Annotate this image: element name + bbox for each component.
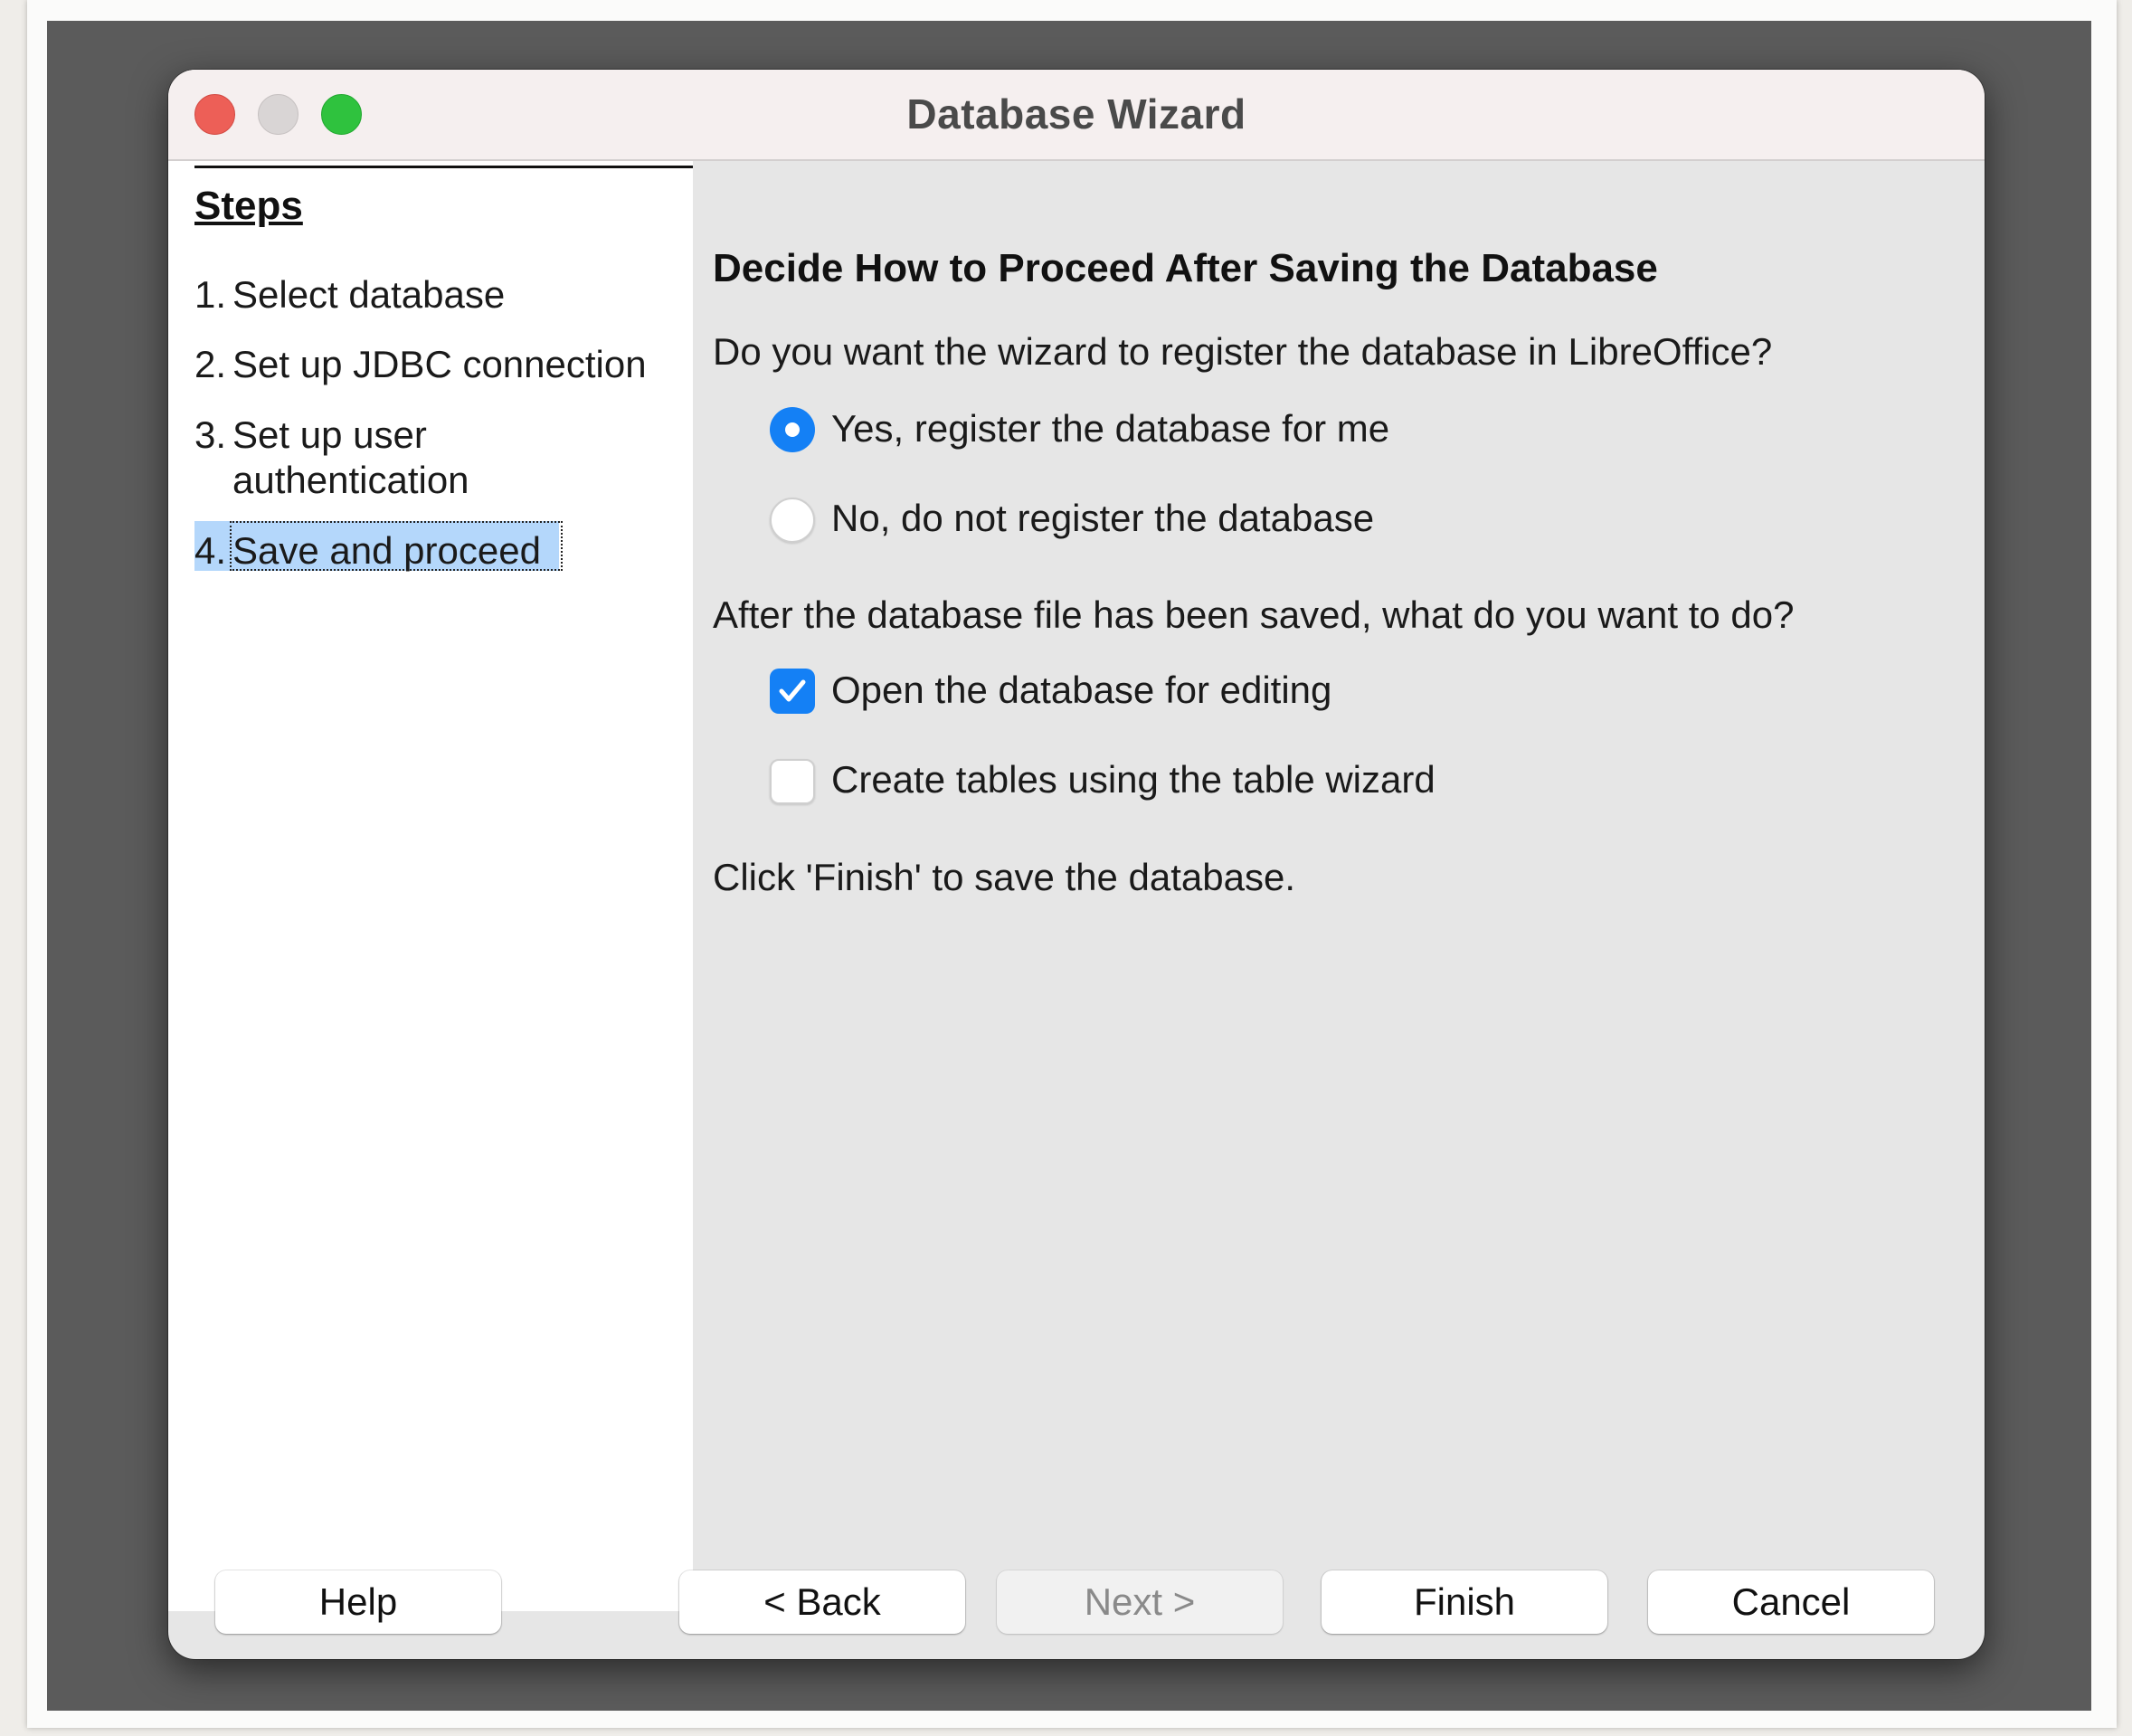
register-question: Do you want the wizard to register the d… — [713, 330, 1773, 373]
finish-note: Click 'Finish' to save the database. — [713, 856, 1296, 898]
register-yes-label[interactable]: Yes, register the database for me — [831, 407, 1389, 451]
cancel-button[interactable]: Cancel — [1648, 1570, 1934, 1634]
after-save-question: After the database file has been saved, … — [713, 593, 1795, 636]
radio-dot — [785, 422, 800, 437]
step-label: Select database — [232, 273, 506, 316]
create-tables-label[interactable]: Create tables using the table wizard — [831, 758, 1436, 802]
title-bar: Database Wizard — [168, 70, 1985, 161]
open-for-editing-label[interactable]: Open the database for editing — [831, 669, 1331, 712]
step-number: 3. — [194, 413, 227, 456]
register-no-radio[interactable] — [770, 498, 815, 543]
help-button[interactable]: Help — [215, 1570, 501, 1634]
step-label: Set up user — [232, 413, 427, 456]
database-wizard-window: Database Wizard Steps 1. Select database… — [168, 70, 1985, 1659]
step-number: 4. — [194, 529, 227, 572]
checkmark-icon — [779, 679, 806, 702]
create-tables-checkbox[interactable] — [770, 759, 815, 804]
steps-panel: Steps 1. Select database 2. Set up JDBC … — [168, 161, 693, 1611]
finish-button[interactable]: Finish — [1322, 1570, 1607, 1634]
register-yes-radio[interactable] — [770, 407, 815, 452]
next-button[interactable]: Next > — [997, 1570, 1283, 1634]
step-number: 1. — [194, 273, 227, 316]
back-button[interactable]: < Back — [679, 1570, 965, 1634]
steps-heading: Steps — [194, 184, 303, 228]
content-panel: Decide How to Proceed After Saving the D… — [693, 161, 1985, 1611]
register-no-label[interactable]: No, do not register the database — [831, 497, 1374, 540]
step-number: 2. — [194, 343, 227, 385]
open-for-editing-checkbox[interactable] — [770, 669, 815, 714]
step-label-line2: authentication — [232, 459, 469, 501]
steps-divider — [194, 166, 693, 168]
window-title: Database Wizard — [906, 90, 1246, 138]
step-label: Set up JDBC connection — [232, 343, 647, 385]
page-heading: Decide How to Proceed After Saving the D… — [713, 246, 1658, 290]
step-label: Save and proceed — [232, 529, 541, 572]
